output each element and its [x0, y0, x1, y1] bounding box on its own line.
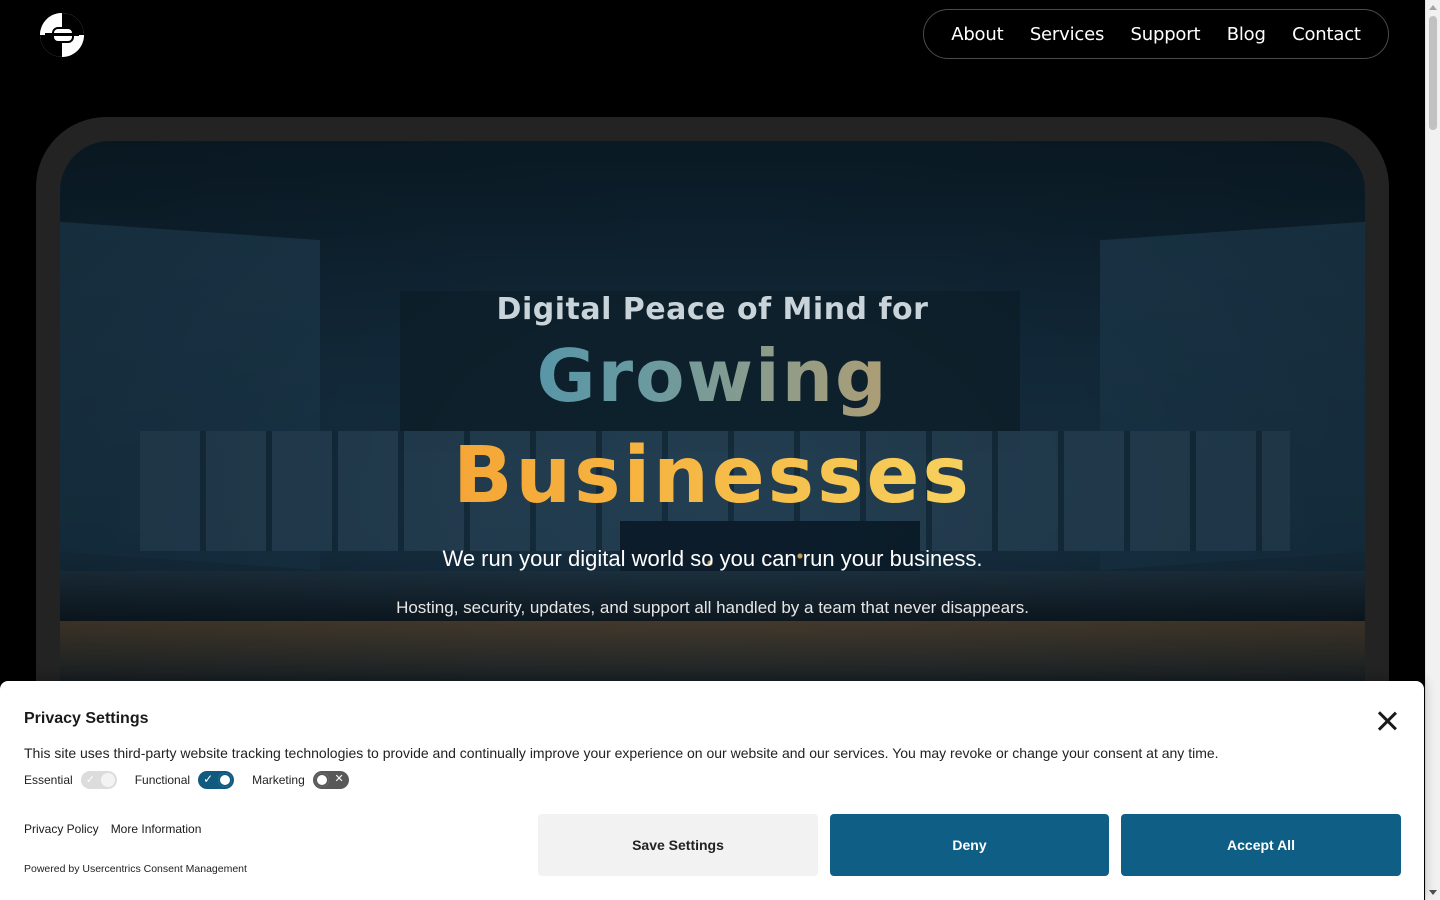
- logo-icon[interactable]: [40, 13, 84, 57]
- logo-bar: [45, 33, 79, 36]
- consent-title: Privacy Settings: [24, 710, 149, 727]
- deny-button[interactable]: Deny: [830, 814, 1109, 876]
- hero-headline-line1: Growing: [60, 331, 1365, 421]
- hero-subtext: Hosting, security, updates, and support …: [396, 598, 1029, 617]
- nav-item-support[interactable]: Support: [1131, 24, 1201, 45]
- scroll-up-icon[interactable]: [1429, 5, 1437, 10]
- essential-switch: ✓: [80, 771, 117, 789]
- consent-description: This site uses third-party website track…: [24, 745, 1219, 761]
- more-information-link[interactable]: More Information: [111, 822, 202, 836]
- switch-knob: [100, 773, 115, 787]
- toggle-essential: Essential ✓: [24, 771, 117, 789]
- scrollbar-thumb[interactable]: [1429, 16, 1437, 130]
- nav-item-services[interactable]: Services: [1030, 24, 1105, 45]
- nav-item-blog[interactable]: Blog: [1227, 24, 1266, 45]
- main-nav: About Services Support Blog Contact: [923, 9, 1389, 59]
- hero-headline-line2: Businesses: [60, 431, 1365, 521]
- toggle-marketing: Marketing ✕: [252, 771, 349, 789]
- page-scrollbar[interactable]: [1425, 0, 1440, 900]
- toggle-label: Marketing: [252, 773, 305, 787]
- consent-links: Privacy Policy More Information: [24, 822, 201, 836]
- functional-switch[interactable]: ✓: [198, 771, 235, 789]
- scroll-down-icon[interactable]: [1429, 890, 1437, 895]
- powered-by-text: Powered by Usercentrics Consent Manageme…: [24, 863, 247, 875]
- marketing-switch[interactable]: ✕: [312, 771, 349, 789]
- switch-knob: [314, 773, 329, 787]
- check-icon: ✓: [203, 772, 214, 786]
- close-icon[interactable]: [1374, 708, 1400, 734]
- toggle-label: Functional: [134, 773, 191, 787]
- toggle-label: Essential: [24, 773, 73, 787]
- nav-item-contact[interactable]: Contact: [1292, 24, 1361, 45]
- nav-item-about[interactable]: About: [951, 24, 1003, 45]
- x-icon: ✕: [334, 773, 344, 785]
- save-settings-button[interactable]: Save Settings: [538, 814, 818, 876]
- consent-toggles: Essential ✓ Functional ✓ Marketing ✕: [24, 771, 367, 789]
- switch-knob: [218, 773, 233, 787]
- hero-eyebrow: Digital Peace of Mind for: [496, 292, 929, 327]
- accept-all-button[interactable]: Accept All: [1121, 814, 1401, 876]
- privacy-policy-link[interactable]: Privacy Policy: [24, 822, 99, 836]
- consent-banner: Privacy Settings This site uses third-pa…: [0, 681, 1424, 900]
- toggle-functional: Functional ✓: [134, 771, 235, 789]
- check-icon: ✓: [85, 774, 95, 786]
- hero-tagline: We run your digital world so you can run…: [442, 546, 983, 571]
